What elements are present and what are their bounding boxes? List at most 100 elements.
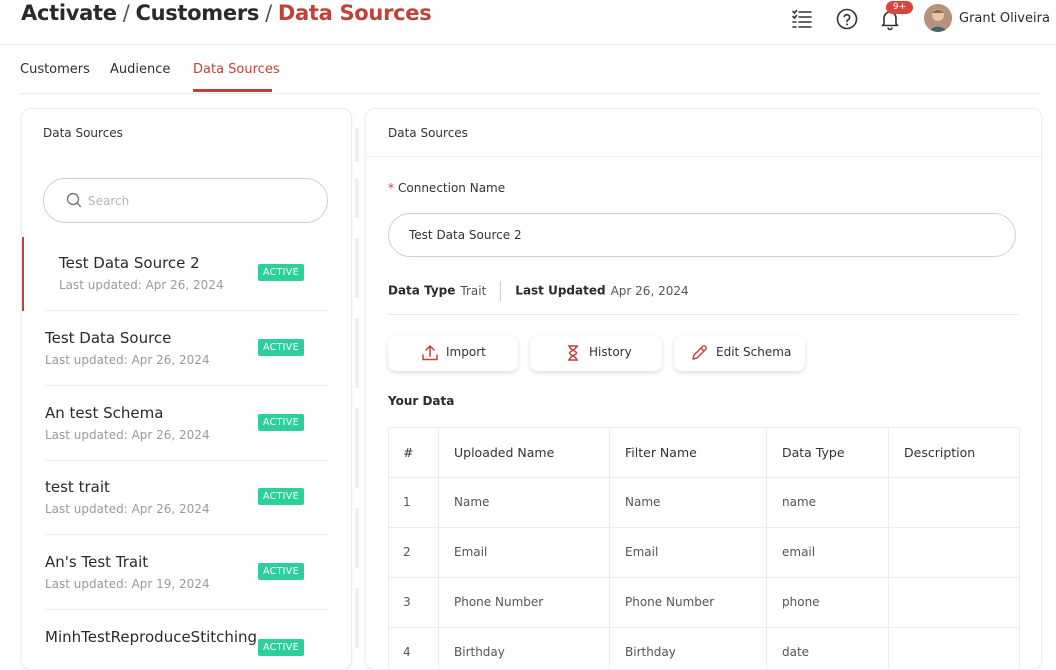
table-cell: name (767, 478, 889, 527)
hourglass-icon (567, 345, 579, 361)
top-bar: Activate / Customers / Data Sources 9+ Grant… (0, 0, 1056, 45)
table-cell: Email (439, 528, 610, 577)
data-source-item[interactable]: MinhTestReproduceStitching ACTIVE (22, 611, 328, 669)
your-data-heading: Your Data (388, 394, 455, 408)
avatar[interactable] (924, 4, 952, 32)
table-cell: Phone Number (610, 578, 767, 627)
table-cell (889, 528, 1019, 577)
item-divider (45, 609, 328, 610)
status-badge: ACTIVE (258, 639, 304, 656)
status-badge: ACTIVE (258, 339, 304, 356)
status-badge: ACTIVE (258, 414, 304, 431)
table-cell: 2 (389, 528, 439, 577)
help-icon[interactable] (835, 7, 859, 31)
data-source-name: An test Schema (45, 404, 164, 422)
data-source-item[interactable]: test trait Last updated: Apr 26, 2024 AC… (22, 461, 328, 535)
column-header[interactable]: Uploaded Name (439, 428, 610, 477)
last-updated-value: Apr 26, 2024 (610, 283, 689, 298)
table-cell: Birthday (439, 628, 610, 669)
data-source-item[interactable]: Test Data Source 2 Last updated: Apr 26,… (22, 237, 328, 311)
selected-indicator (22, 237, 24, 311)
column-header[interactable]: # (389, 428, 439, 477)
table-cell: Phone Number (439, 578, 610, 627)
connection-name-input[interactable] (388, 213, 1016, 257)
data-source-updated: Last updated: Apr 26, 2024 (59, 278, 224, 292)
detail-panel-title: Data Sources (388, 126, 468, 140)
breadcrumb-current: Data Sources (277, 1, 432, 25)
data-type-label: Data Type (388, 283, 456, 298)
data-source-name: test trait (45, 478, 110, 496)
panel-splitter[interactable] (352, 108, 364, 650)
table-cell: Name (610, 478, 767, 527)
list-icon[interactable] (790, 7, 814, 31)
data-source-detail-panel: Data Sources * Connection Name Data Type T… (365, 108, 1042, 670)
pencil-icon (692, 345, 707, 360)
notification-badge: 9+ (886, 1, 913, 14)
breadcrumb: Activate / Customers / Data Sources (21, 1, 432, 25)
data-type-value: Trait (460, 283, 487, 298)
last-updated-label: Last Updated (515, 283, 606, 298)
list-panel-title: Data Sources (43, 126, 123, 140)
table-header-row: # Uploaded Name Filter Name Data Type De… (389, 428, 1019, 478)
user-photo-icon (924, 4, 952, 32)
edit-schema-button-label: Edit Schema (716, 345, 792, 359)
table-row[interactable]: 3 Phone Number Phone Number phone (389, 578, 1019, 628)
user-name[interactable]: Grant Oliveira (959, 11, 1050, 26)
search-box[interactable] (43, 178, 328, 223)
upload-icon (422, 345, 438, 361)
table-row[interactable]: 1 Name Name name (389, 478, 1019, 528)
connection-name-label-text: Connection Name (398, 181, 506, 195)
import-button[interactable]: Import (388, 335, 518, 371)
table-row[interactable]: 4 Birthday Birthday date (389, 628, 1019, 669)
tab-data-sources[interactable]: Data Sources (193, 62, 280, 77)
table-cell: phone (767, 578, 889, 627)
connection-name-label: * Connection Name (388, 181, 505, 195)
table-cell: Email (610, 528, 767, 577)
data-source-updated: Last updated: Apr 26, 2024 (45, 428, 210, 442)
table-cell: email (767, 528, 889, 577)
data-source-item[interactable]: Test Data Source Last updated: Apr 26, 2… (22, 312, 328, 386)
table-cell (889, 578, 1019, 627)
table-cell: 1 (389, 478, 439, 527)
column-header[interactable]: Description (889, 428, 1019, 477)
tab-audience[interactable]: Audience (110, 62, 170, 77)
meta-separator (500, 281, 502, 301)
breadcrumb-activate[interactable]: Activate (21, 1, 117, 25)
active-tab-indicator (193, 89, 272, 92)
table-cell: Birthday (610, 628, 767, 669)
data-source-updated: Last updated: Apr 26, 2024 (45, 502, 210, 516)
data-source-item[interactable]: An's Test Trait Last updated: Apr 19, 20… (22, 536, 328, 610)
item-divider (45, 385, 328, 386)
history-button[interactable]: History (530, 335, 662, 371)
data-source-name: MinhTestReproduceStitching (45, 628, 258, 646)
tab-customers[interactable]: Customers (20, 62, 90, 77)
table-cell (889, 478, 1019, 527)
data-sources-list-panel: Data Sources Test Data Source 2 Last upd… (21, 108, 352, 670)
table-cell: 3 (389, 578, 439, 627)
data-source-item[interactable]: An test Schema Last updated: Apr 26, 202… (22, 387, 328, 461)
data-source-updated: Last updated: Apr 26, 2024 (45, 353, 210, 367)
tab-bar: Customers Audience Data Sources (20, 44, 1040, 94)
table-cell (889, 628, 1019, 669)
status-badge: ACTIVE (258, 264, 304, 281)
history-button-label: History (589, 345, 632, 359)
edit-schema-button[interactable]: Edit Schema (674, 335, 805, 371)
column-header[interactable]: Filter Name (610, 428, 767, 477)
search-input[interactable] (86, 191, 310, 211)
data-source-name: An's Test Trait (45, 553, 149, 571)
required-mark: * (388, 181, 394, 195)
status-badge: ACTIVE (258, 563, 304, 580)
table-row[interactable]: 2 Email Email email (389, 528, 1019, 578)
column-header[interactable]: Data Type (767, 428, 889, 477)
status-badge: ACTIVE (258, 488, 304, 505)
panel-header-divider (366, 156, 1041, 157)
table-cell: 4 (389, 628, 439, 669)
table-cell: date (767, 628, 889, 669)
breadcrumb-separator: / (265, 1, 272, 25)
breadcrumb-separator: / (122, 1, 130, 25)
data-source-name: Test Data Source 2 (59, 254, 200, 272)
data-source-name: Test Data Source (45, 329, 172, 347)
breadcrumb-customers[interactable]: Customers (135, 1, 259, 25)
meta-divider (388, 314, 1018, 315)
item-divider (45, 534, 328, 535)
